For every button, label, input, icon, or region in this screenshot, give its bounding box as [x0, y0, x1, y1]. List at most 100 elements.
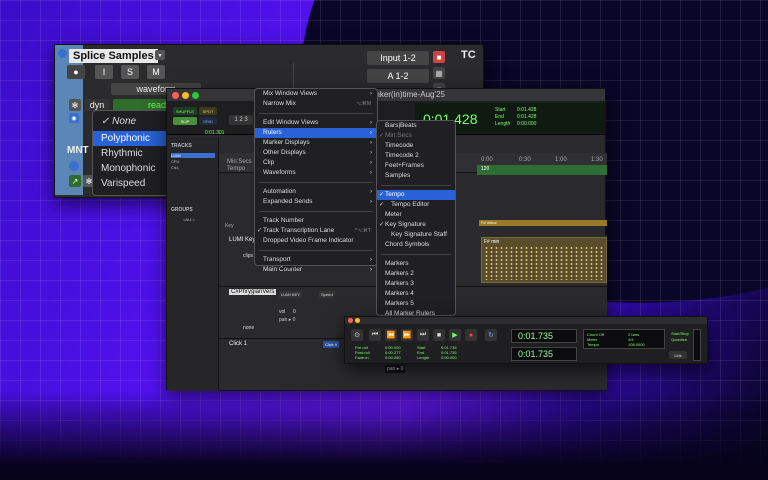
transport-sub-counter[interactable]: 0:01.735 — [511, 347, 577, 361]
start-value[interactable]: 0:01.428 — [517, 107, 536, 113]
close-button[interactable] — [348, 318, 353, 323]
pan-control[interactable]: pan ▸ 0 — [385, 365, 406, 373]
track-list-item[interactable]: LUMI — [171, 153, 215, 158]
rulers-menu-item-timecode-2[interactable]: Timecode 2 — [377, 151, 455, 161]
record-icon[interactable]: ● — [465, 329, 477, 341]
view-menu-item-rulers[interactable]: Rulers › — [255, 128, 377, 138]
chevron-right-icon: › — [370, 170, 372, 176]
menu-item-varispeed[interactable]: Varispeed — [93, 176, 171, 191]
rulers-menu-item-tempo[interactable]: ✓ Tempo — [377, 190, 455, 200]
midi-clip[interactable]: F# min — [481, 237, 607, 283]
quantize-label[interactable]: Quantize — [671, 337, 687, 342]
menu-item-rhythmic[interactable]: Rhythmic — [93, 146, 171, 161]
none-label: none — [243, 325, 255, 331]
plugin-insert[interactable]: Click II — [323, 341, 339, 348]
record-enable-icon[interactable]: ■ — [433, 51, 445, 63]
solo-button[interactable]: S — [121, 65, 139, 79]
menu-separator — [259, 207, 373, 212]
view-menu-item-other-displays[interactable]: Other Displays › — [255, 148, 377, 158]
rewind-icon[interactable]: ⏪ — [385, 329, 397, 341]
shuffle-mode-button[interactable]: SHUFFLE — [173, 107, 197, 115]
view-menu-item-automation[interactable]: Automation › — [255, 187, 377, 197]
rulers-menu-item-markers[interactable]: Markers — [377, 259, 455, 269]
rulers-menu-item-tempo-editor[interactable]: ✓ Tempo Editor — [377, 200, 455, 210]
transport-main-counter[interactable]: 0:01.735 — [511, 329, 577, 343]
return-to-zero-icon[interactable]: ⏮ — [369, 329, 381, 341]
record-button[interactable]: ● — [67, 65, 85, 79]
track-name[interactable]: Splice Samples — [69, 49, 158, 63]
view-menu-item-transport[interactable]: Transport › — [255, 255, 377, 265]
pan-control[interactable]: pan ▸ 0 — [279, 317, 295, 323]
online-icon[interactable]: ⊙ — [351, 329, 363, 341]
flex-icon[interactable]: ◉ — [69, 113, 79, 123]
rulers-menu-item-chord-symbols[interactable]: Chord Symbols — [377, 240, 455, 250]
minimize-button[interactable] — [355, 318, 360, 323]
view-menu-item-main-counter[interactable]: Main Counter › — [255, 265, 377, 275]
spot-mode-button[interactable]: SPOT — [199, 107, 217, 115]
rulers-menu-item-bars-beats[interactable]: Bars|Beats — [377, 121, 455, 131]
view-menu-item-narrow-mix[interactable]: Narrow Mix ⌥⌘M — [255, 99, 377, 109]
track-list-item[interactable]: CPU — [171, 159, 179, 164]
routing-icon[interactable]: ↗ — [69, 175, 81, 187]
track-list-item[interactable]: Clk1 — [171, 165, 179, 170]
chevron-down-icon[interactable]: ▾ — [155, 50, 165, 60]
view-menu-item-dropped-video-frame-indicator[interactable]: Dropped Video Frame Indicator — [255, 236, 377, 246]
zoom-preset-buttons[interactable]: 1 2 3 — [229, 115, 253, 125]
key-lane[interactable]: F# minor — [479, 220, 607, 226]
menu-item-label: Narrow Mix — [263, 100, 296, 107]
track-name[interactable]: C#PhrygianVers — [229, 289, 277, 295]
rulers-menu-item-markers-5[interactable]: Markers 5 — [377, 299, 455, 309]
grid-mode-button[interactable]: GRID — [199, 117, 217, 125]
tempo-lane[interactable]: 120 — [477, 165, 607, 175]
view-menu-item-edit-window-views[interactable]: Edit Window Views › — [255, 118, 377, 128]
shortcut-label: ⌥⌘M — [356, 101, 371, 107]
view-menu-item-track-transcription-lane[interactable]: ✓ Track Transcription Lane ^⌥⌘T — [255, 226, 377, 236]
vol-value[interactable]: 0 — [293, 309, 296, 315]
track-name[interactable]: Click 1 — [229, 341, 247, 347]
menu-item-none[interactable]: ✓ None — [93, 111, 171, 131]
rulers-menu-item-key-signature[interactable]: ✓ Key Signature — [377, 220, 455, 230]
rulers-menu-item-markers-3[interactable]: Markers 3 — [377, 279, 455, 289]
rulers-menu-item-markers-2[interactable]: Markers 2 — [377, 269, 455, 279]
mute-button[interactable]: M — [147, 65, 165, 79]
plugin-insert[interactable]: Speed — [319, 291, 335, 298]
view-menu-item-marker-displays[interactable]: Marker Displays › — [255, 138, 377, 148]
length-value[interactable]: 0:00.000 — [517, 121, 536, 127]
rulers-menu-item-timecode[interactable]: Timecode — [377, 141, 455, 151]
play-icon[interactable]: ▶ — [449, 329, 461, 341]
length-value[interactable]: 0:00.000 — [441, 355, 457, 360]
rulers-menu-item-markers-4[interactable]: Markers 4 — [377, 289, 455, 299]
all-group[interactable]: <ALL> — [183, 217, 195, 222]
menu-item-polyphonic[interactable]: Polyphonic — [93, 131, 171, 146]
rulers-menu-item-key-signature-staff[interactable]: Key Signature Staff — [377, 230, 455, 240]
rulers-menu-item-feet-frames[interactable]: Feet+Frames — [377, 161, 455, 171]
close-button[interactable] — [172, 92, 179, 99]
rulers-menu-item-meter[interactable]: Meter — [377, 210, 455, 220]
loop-icon[interactable]: ↻ — [485, 329, 497, 341]
menu-item-label: Min:Secs — [385, 132, 412, 139]
start-stop-label[interactable]: Start/Stop — [671, 331, 689, 336]
rulers-menu-item-min-secs[interactable]: ✓ Min:Secs — [377, 131, 455, 141]
fast-forward-icon[interactable]: ⏩ — [401, 329, 413, 341]
menu-item-monophonic[interactable]: Monophonic — [93, 161, 171, 176]
input-monitor-button[interactable]: I — [95, 65, 113, 79]
fadein-value[interactable]: 0:00.250 — [385, 355, 401, 360]
mnt-track-name[interactable]: MNT — [67, 145, 89, 156]
tempo-value[interactable]: 108.0000 — [628, 342, 645, 347]
stop-icon[interactable]: ■ — [433, 329, 445, 341]
view-menu-item-expanded-sends[interactable]: Expanded Sends › — [255, 197, 377, 207]
go-to-end-icon[interactable]: ⏭ — [417, 329, 429, 341]
link-button[interactable]: Link — [669, 351, 687, 359]
end-value[interactable]: 0:01.428 — [517, 114, 536, 120]
rulers-menu-item-samples[interactable]: Samples — [377, 171, 455, 181]
snowflake-icon[interactable]: ✻ — [69, 99, 81, 111]
sub-counter[interactable]: 0:01.301 — [205, 130, 224, 136]
view-menu-item-clip[interactable]: Clip › — [255, 158, 377, 168]
view-menu-item-waveforms[interactable]: Waveforms › — [255, 168, 377, 178]
view-menu-item-track-number[interactable]: Track Number — [255, 216, 377, 226]
slip-mode-button[interactable]: SLIP — [173, 117, 197, 125]
zoom-button[interactable] — [192, 92, 199, 99]
view-menu-item-mix-window-views[interactable]: Mix Window Views › — [255, 89, 377, 99]
minimize-button[interactable] — [182, 92, 189, 99]
plugin-insert[interactable]: LUMI·KEY — [279, 291, 302, 298]
